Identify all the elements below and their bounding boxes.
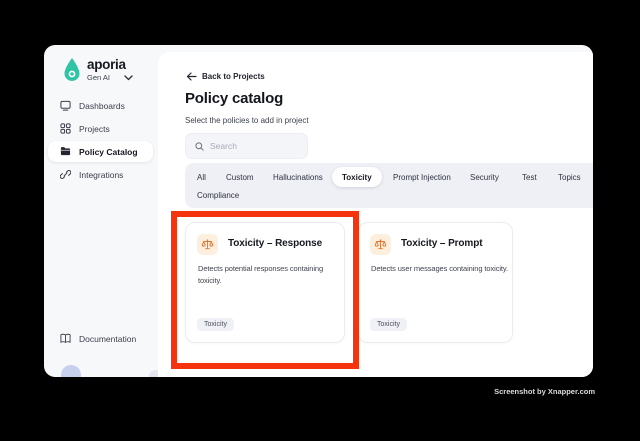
watermark-text: Screenshot by Xnapper.com (494, 387, 595, 396)
back-link-label: Back to Projects (202, 72, 265, 81)
arrow-left-icon (186, 72, 197, 81)
sidebar-item-label: Documentation (79, 333, 137, 344)
card-description: Detects potential responses containing t… (198, 264, 324, 285)
book-icon (60, 333, 71, 344)
screenshot-canvas: aporia Gen AI Dashboards Projects Policy… (0, 0, 640, 441)
card-title: Toxicity – Response (228, 238, 323, 249)
sidebar-item-dashboards[interactable]: Dashboards (44, 95, 158, 116)
tab-prompt-injection[interactable]: Prompt Injection (393, 173, 451, 183)
sidebar-item-policy-catalog[interactable]: Policy Catalog (48, 141, 153, 162)
app-window: aporia Gen AI Dashboards Projects Policy… (44, 45, 593, 377)
tab-all[interactable]: All (197, 173, 206, 183)
policy-card-toxicity-response[interactable]: Toxicity – Response Detects potential re… (185, 222, 345, 343)
link-icon (60, 170, 71, 179)
card-tag-badge: Toxicity (370, 318, 407, 331)
sidebar-item-integrations[interactable]: Integrations (44, 164, 158, 185)
search-box[interactable] (185, 133, 308, 159)
dashboard-icon (60, 100, 71, 111)
tab-test[interactable]: Test (522, 173, 537, 183)
chevron-down-icon (124, 74, 133, 80)
sidebar-item-label: Projects (79, 123, 110, 134)
aporia-logo-icon (64, 58, 80, 81)
page-subtitle: Select the policies to add in project (185, 116, 309, 125)
policy-card-toxicity-prompt[interactable]: Toxicity – Prompt Detects user messages … (358, 222, 513, 343)
brand: aporia Gen AI (62, 57, 133, 84)
sidebar-nav: Dashboards Projects Policy Catalog Integ… (44, 95, 158, 187)
sidebar-item-documentation[interactable]: Documentation (44, 328, 158, 349)
tab-toxicity-label: Toxicity (342, 172, 372, 182)
user-avatar[interactable] (61, 365, 81, 377)
projects-grid-icon (60, 123, 71, 134)
card-tag-badge: Toxicity (197, 318, 234, 331)
scales-icon (374, 239, 387, 250)
sidebar-item-label: Dashboards (79, 100, 125, 111)
category-tabs: All Custom Hallucinations Toxicity Promp… (185, 163, 593, 208)
tab-compliance[interactable]: Compliance (197, 191, 239, 201)
tab-topics[interactable]: Topics (558, 173, 581, 183)
search-icon (195, 141, 204, 151)
card-description: Detects user messages containing toxicit… (371, 264, 508, 273)
brand-name: aporia (87, 57, 126, 72)
sidebar-item-label: Policy Catalog (79, 146, 138, 157)
main-panel: Back to Projects Policy catalog Select t… (158, 52, 593, 377)
search-input[interactable] (210, 141, 290, 151)
back-to-projects-link[interactable]: Back to Projects (186, 72, 265, 81)
workspace-switcher[interactable]: Gen AI (87, 73, 133, 82)
tab-custom[interactable]: Custom (226, 173, 254, 183)
workspace-name: Gen AI (87, 73, 110, 82)
card-title: Toxicity – Prompt (401, 238, 483, 249)
sidebar: aporia Gen AI Dashboards Projects Policy… (44, 45, 162, 377)
sidebar-item-projects[interactable]: Projects (44, 118, 158, 139)
sidebar-item-label: Integrations (79, 169, 124, 180)
folder-icon (60, 147, 71, 156)
page-title: Policy catalog (185, 90, 284, 107)
scales-icon (201, 239, 214, 250)
tab-hallucinations[interactable]: Hallucinations (273, 173, 323, 183)
tab-security[interactable]: Security (470, 173, 499, 183)
tab-toxicity[interactable]: Toxicity (332, 167, 382, 187)
